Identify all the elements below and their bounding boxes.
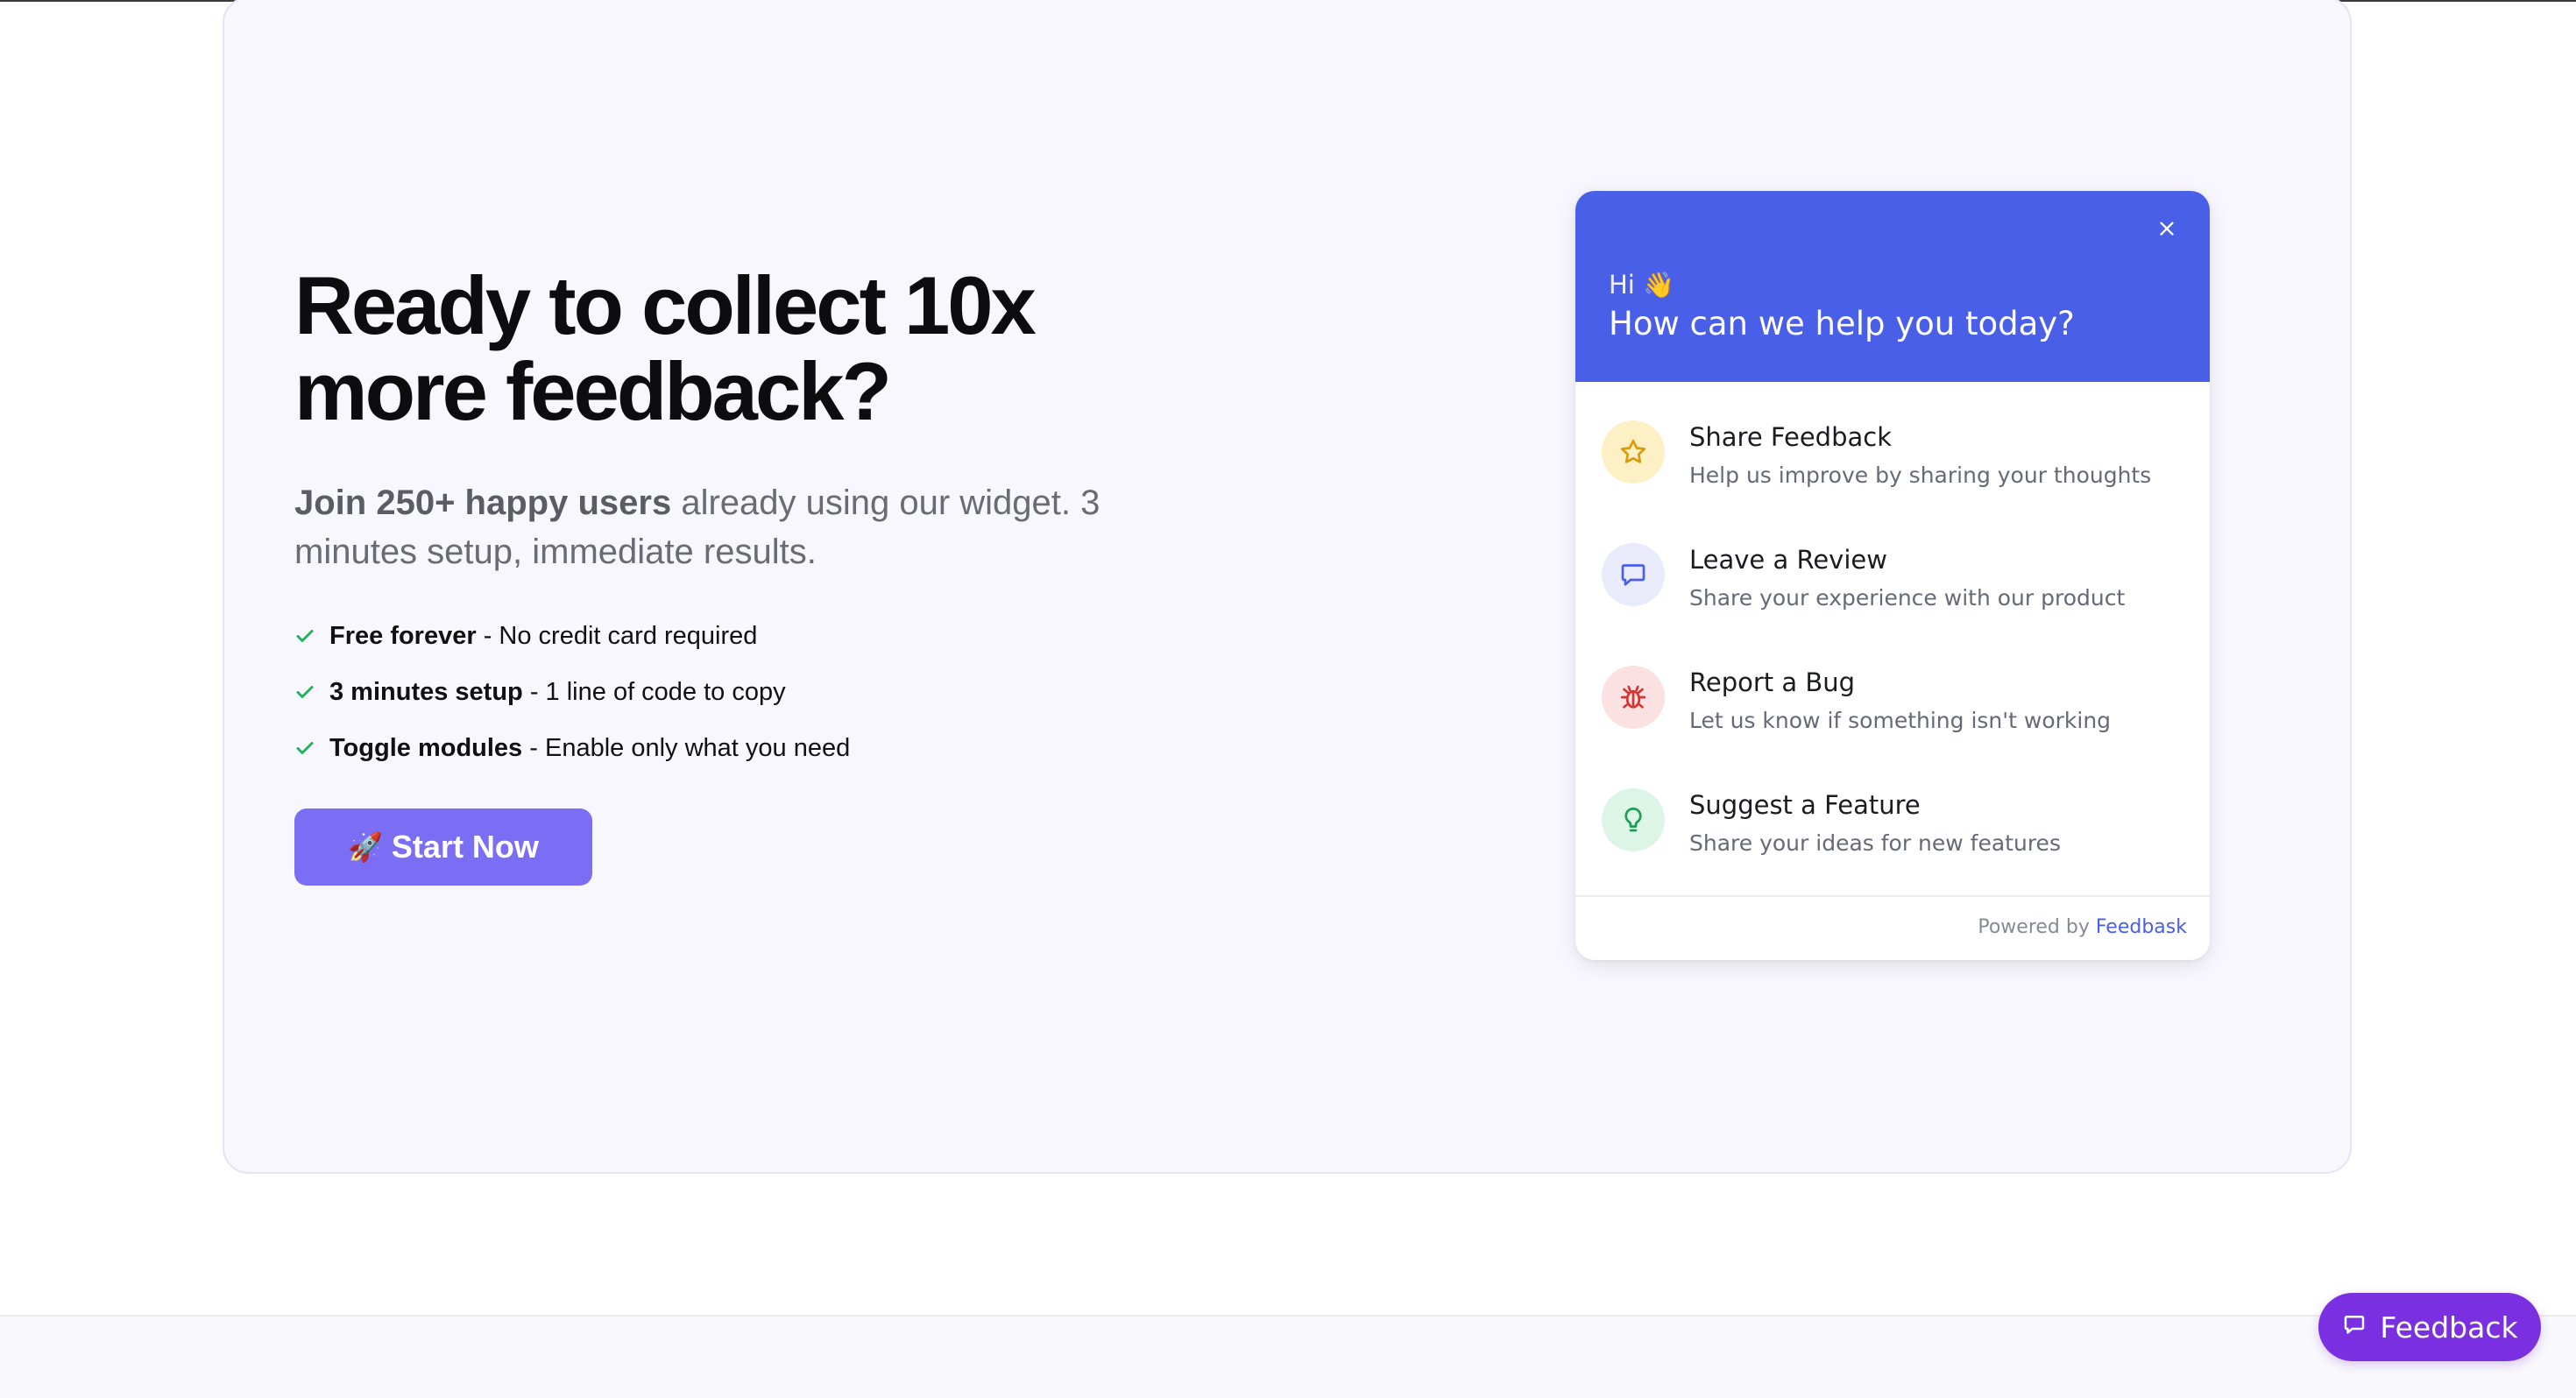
feature-text: 3 minutes setup - 1 line of code to copy (329, 678, 786, 706)
hero-subtext: Join 250+ happy users already using our … (294, 478, 1136, 576)
option-desc: Share your ideas for new features (1689, 830, 2061, 856)
option-suggest-feature[interactable]: Suggest a Feature Share your ideas for n… (1575, 750, 2210, 872)
check-icon (294, 674, 315, 710)
check-icon (294, 731, 315, 766)
option-share-feedback[interactable]: Share Feedback Help us improve by sharin… (1575, 382, 2210, 505)
start-now-label: Start Now (391, 829, 539, 865)
chat-bubble-icon (2341, 1310, 2367, 1345)
option-report-bug[interactable]: Report a Bug Let us know if something is… (1575, 627, 2210, 750)
feature-text: Free forever - No credit card required (329, 622, 758, 650)
feature-text: Toggle modules - Enable only what you ne… (329, 734, 851, 762)
widget-title: How can we help you today? (1609, 305, 2075, 342)
option-desc: Help us improve by sharing your thoughts (1689, 462, 2152, 488)
option-title: Suggest a Feature (1689, 790, 1921, 820)
subtext-highlight: Join 250+ happy users (294, 484, 672, 522)
widget-header: Hi 👋 How can we help you today? (1575, 191, 2210, 382)
widget-divider (1575, 895, 2210, 897)
bug-icon (1602, 666, 1665, 729)
powered-prefix: Powered by (1978, 916, 2096, 938)
option-desc: Let us know if something isn't working (1689, 708, 2112, 733)
check-icon (294, 618, 315, 653)
start-now-button[interactable]: 🚀 Start Now (294, 808, 592, 886)
feature-item: 3 minutes setup - 1 line of code to copy (294, 674, 850, 731)
chat-bubble-icon (1602, 543, 1665, 606)
option-title: Share Feedback (1689, 422, 1893, 452)
widget-greeting: Hi 👋 (1609, 270, 1675, 300)
option-title: Leave a Review (1689, 545, 1887, 575)
footer-strip (0, 1315, 2576, 1398)
feature-item: Toggle modules - Enable only what you ne… (294, 731, 850, 787)
star-icon (1602, 420, 1665, 484)
feedback-label: Feedback (2380, 1310, 2518, 1345)
option-desc: Share your experience with our product (1689, 585, 2126, 611)
option-title: Report a Bug (1689, 667, 1856, 697)
feedback-widget: Hi 👋 How can we help you today? Share Fe… (1575, 191, 2210, 960)
option-leave-review[interactable]: Leave a Review Share your experience wit… (1575, 505, 2210, 627)
floating-feedback-button[interactable]: Feedback (2318, 1293, 2541, 1361)
lightbulb-icon (1602, 788, 1665, 851)
feedbask-link[interactable]: Feedbask (2096, 916, 2187, 938)
feature-list: Free forever - No credit card required 3… (294, 618, 850, 787)
close-icon[interactable] (2152, 214, 2182, 244)
feature-item: Free forever - No credit card required (294, 618, 850, 674)
powered-by: Powered by Feedbask (1978, 916, 2187, 938)
hero-headline: Ready to collect 10x more feedback? (294, 259, 1037, 437)
rocket-icon: 🚀 (348, 830, 383, 864)
